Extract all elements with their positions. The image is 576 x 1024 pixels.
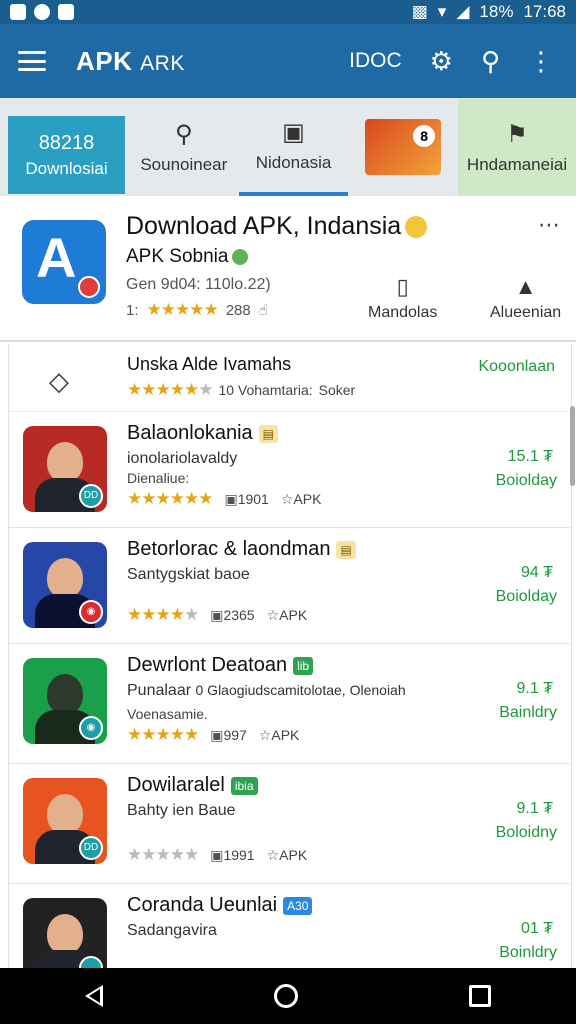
emoji-icon bbox=[405, 216, 428, 239]
download-link[interactable]: Kooonlaan bbox=[478, 358, 555, 376]
download-button[interactable]: Bainldry bbox=[499, 704, 557, 722]
share-icon: ⚑ bbox=[506, 120, 528, 148]
star-rating-icon: ★★★★★★ bbox=[127, 380, 213, 399]
star-rating-icon: ★★★★★ bbox=[127, 845, 199, 864]
app-title: APK ARK bbox=[76, 45, 185, 76]
featured-meta: Gen 9d04: 110lo.22) bbox=[126, 276, 271, 293]
more-vert-icon[interactable]: ⋮ bbox=[528, 48, 554, 74]
wifi-icon: ▾ bbox=[437, 2, 447, 21]
star-rating-icon: ★★★★★ bbox=[146, 300, 219, 319]
featured-title: Download APK, Indansia bbox=[126, 212, 428, 241]
menu-icon[interactable] bbox=[18, 51, 46, 71]
settings-icon[interactable]: ⚙ bbox=[430, 48, 453, 74]
featured-app-card[interactable]: A Download APK, Indansia APK Sobnia Gen … bbox=[0, 196, 576, 342]
search-icon[interactable]: ⚲ bbox=[481, 48, 500, 74]
status-bar: ▩ ▾ ◢ 18% 17:68 bbox=[0, 0, 576, 24]
scrollbar[interactable] bbox=[570, 406, 575, 486]
download-button[interactable]: Boiolday bbox=[496, 588, 557, 606]
recent-apps-icon[interactable] bbox=[468, 985, 491, 1007]
lock-icon: ▲ bbox=[514, 274, 537, 299]
gem-icon bbox=[232, 248, 249, 265]
download-button[interactable]: Boloidny bbox=[496, 824, 557, 842]
star-rating-icon: ★★★★★ bbox=[127, 605, 199, 624]
star-rating-icon: ★★★★★ bbox=[127, 725, 199, 744]
list-item[interactable]: Coranda Ueunlai A30 Sadangavira 01 ₮ Boin… bbox=[9, 884, 571, 968]
appbar-text-button[interactable]: IDOC bbox=[349, 49, 402, 73]
tab-share[interactable]: ⚑ Hndamaneiai bbox=[458, 98, 576, 196]
app-icon bbox=[23, 898, 107, 968]
tab-featured-thumb[interactable]: 8 bbox=[348, 98, 458, 196]
list-item[interactable]: ◇ Unska Alde Ivamahs ★★★★★★ 10 Vohamtari… bbox=[9, 344, 571, 412]
battery-level: 18% bbox=[479, 2, 514, 21]
search-icon: ⚲ bbox=[175, 120, 193, 148]
category-tabs: 88218 Downlosiai ⚲ Sounoinear ▣ Nidonasi… bbox=[0, 98, 576, 196]
vibrate-icon: ▩ bbox=[411, 2, 428, 21]
download-button[interactable]: Boinldry bbox=[499, 944, 557, 962]
action-lock[interactable]: ▲ Alueenian bbox=[490, 274, 561, 322]
featured-subtitle: APK Sobnia bbox=[126, 246, 249, 268]
app-icon: DD bbox=[23, 426, 107, 512]
notification-icon bbox=[10, 4, 26, 20]
app-icon: ◉ bbox=[23, 658, 107, 744]
app-bar: APK ARK IDOC ⚙ ⚲ ⋮ bbox=[0, 24, 576, 98]
app-icon: DD bbox=[23, 778, 107, 864]
thumbnail-image: 8 bbox=[365, 119, 442, 175]
action-bookmark[interactable]: ▯ Mandolas bbox=[368, 274, 437, 322]
home-icon[interactable] bbox=[273, 984, 298, 1008]
download-button[interactable]: Boiolday bbox=[496, 472, 557, 490]
star-rating-icon: ★★★★★★ bbox=[127, 489, 213, 508]
badge-icon bbox=[78, 276, 100, 298]
list-item[interactable]: DD Balaonlokania ▤ ionolariolavaldy Diena… bbox=[9, 412, 571, 528]
signal-icon: ◢ bbox=[456, 2, 470, 21]
tab-search[interactable]: ⚲ Sounoinear bbox=[129, 98, 239, 196]
back-icon[interactable] bbox=[85, 985, 104, 1007]
app-list[interactable]: ◇ Unska Alde Ivamahs ★★★★★★ 10 Vohamtari… bbox=[8, 344, 572, 968]
thumbs-up-icon[interactable]: ☝ bbox=[259, 301, 268, 319]
document-icon: ◇ bbox=[49, 366, 69, 396]
featured-rating: 1: ★★★★★ 288 ☝ bbox=[126, 300, 268, 319]
tab-downloads[interactable]: 88218 Downlosiai bbox=[8, 116, 125, 194]
system-navigation-bar bbox=[0, 968, 576, 1024]
book-icon: ▯ bbox=[396, 274, 409, 299]
list-item[interactable]: ◉ Dewrlont Deatoan lib Punalaar 0 Glaogiu… bbox=[9, 644, 571, 764]
more-options-icon[interactable]: ⋯ bbox=[538, 212, 560, 238]
app-notification-icon bbox=[34, 4, 50, 20]
tab-indonesia[interactable]: ▣ Nidonasia bbox=[238, 98, 349, 196]
app-icon: ◉ bbox=[23, 542, 107, 628]
chat-icon: ▣ bbox=[282, 118, 305, 146]
list-item[interactable]: DD Dowilaralel ibia Bahty ien Baue ★★★★★ … bbox=[9, 764, 571, 884]
app-logo-icon: A bbox=[22, 220, 106, 304]
image-notification-icon bbox=[58, 4, 74, 20]
clock: 17:68 bbox=[523, 2, 566, 21]
list-item[interactable]: ◉ Betorlorac & laondman ▤ Santygskiat bao… bbox=[9, 528, 571, 644]
